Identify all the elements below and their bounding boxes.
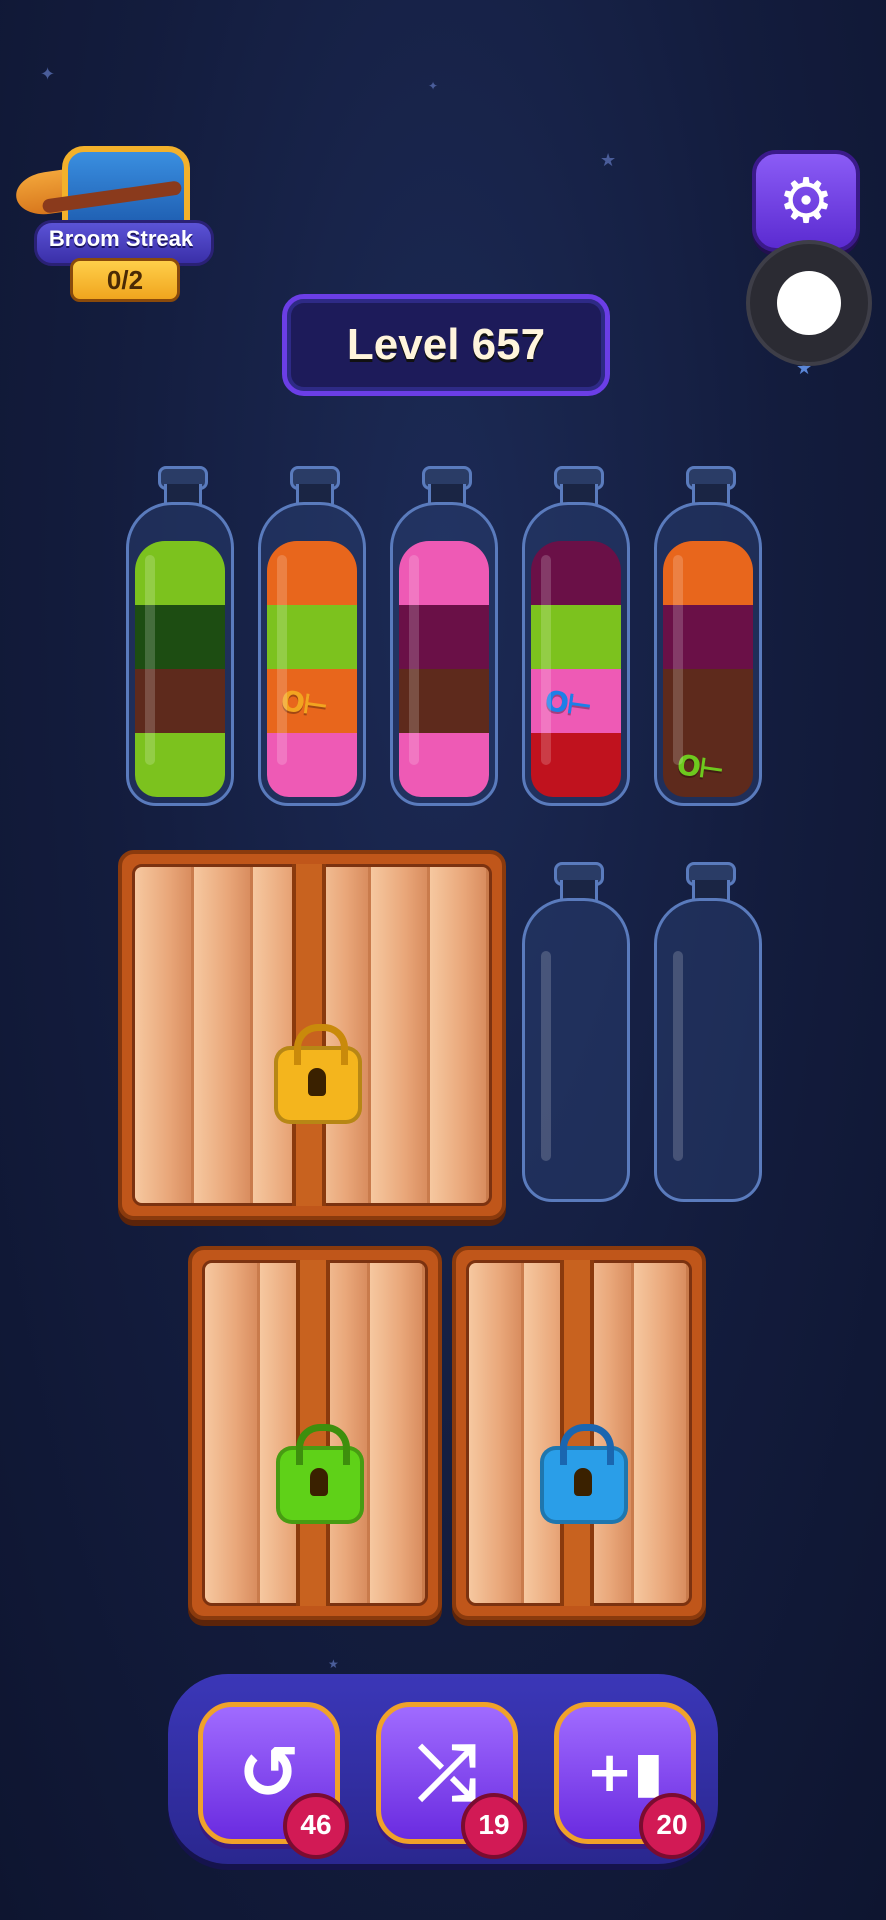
star-decoration: ★: [600, 150, 617, 171]
bottle-glass: [654, 898, 762, 1202]
powerup-bar: ↺ 46 ⤮ 19 +▮ 20: [168, 1674, 718, 1864]
bottle[interactable]: O⊢: [654, 466, 762, 806]
settings-button[interactable]: ⚙: [752, 150, 860, 252]
bottle-glass: [390, 502, 498, 806]
bottle[interactable]: O⊢: [522, 466, 630, 806]
shuffle-count-badge: 19: [461, 1793, 527, 1859]
locked-crate-gold[interactable]: [118, 850, 506, 1220]
gold-padlock-icon: [274, 1024, 362, 1124]
bottle-glass: [126, 502, 234, 806]
gear-icon: ⚙: [778, 164, 834, 237]
green-padlock-icon: [276, 1424, 364, 1524]
broom-streak-label: Broom Streak: [48, 226, 194, 251]
record-button[interactable]: [746, 240, 872, 366]
broom-streak-widget[interactable]: Broom Streak 0/2: [12, 118, 214, 304]
locked-crate-blue[interactable]: [452, 1246, 706, 1620]
locked-crate-green[interactable]: [188, 1246, 442, 1620]
broom-streak-count: 0/2: [70, 258, 180, 302]
star-decoration: ✦: [40, 64, 56, 85]
add-bottle-count-badge: 20: [639, 1793, 705, 1859]
bottle[interactable]: O⊢: [258, 466, 366, 806]
add-bottle-button[interactable]: +▮ 20: [554, 1702, 705, 1859]
bottle-glass: [522, 898, 630, 1202]
level-label: Level 657: [346, 320, 546, 369]
star-decoration: ★: [328, 1657, 339, 1671]
empty-bottle[interactable]: [522, 862, 630, 1202]
bottle-glass: O⊢: [522, 502, 630, 806]
empty-bottle[interactable]: [654, 862, 762, 1202]
level-banner: Level 657: [282, 294, 610, 396]
bottle[interactable]: [390, 466, 498, 806]
bottle[interactable]: [126, 466, 234, 806]
shuffle-button[interactable]: ⤮ 19: [376, 1702, 527, 1859]
undo-button[interactable]: ↺ 46: [198, 1702, 349, 1859]
bottle-glass: O⊢: [654, 502, 762, 806]
record-dot-icon: [777, 271, 841, 335]
bottle-glass: O⊢: [258, 502, 366, 806]
blue-padlock-icon: [540, 1424, 628, 1524]
star-decoration: ✦: [428, 79, 439, 93]
undo-count-badge: 46: [283, 1793, 349, 1859]
